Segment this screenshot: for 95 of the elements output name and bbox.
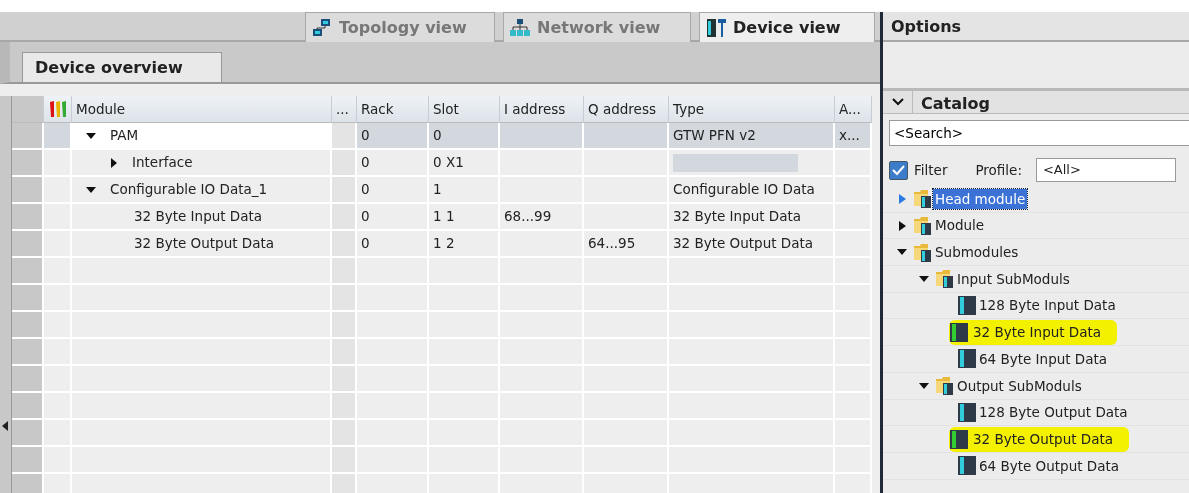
row-header [12,366,44,393]
overview-tab[interactable]: Device overview [22,52,222,82]
profile-label: Profile: [975,160,1022,180]
row-header [12,123,44,150]
column-header: Slot [429,96,500,123]
topology-icon [312,17,333,38]
row-header [12,150,44,177]
table-cell [332,420,357,447]
folder-module-icon [935,375,955,397]
row-header [12,204,44,231]
column-header: Type [669,96,835,123]
table-cell [332,366,357,393]
module-icon [949,321,969,343]
catalog-item[interactable]: 64 Byte Output Data [977,455,1122,476]
table-cell: 0 [357,177,429,204]
table-cell: 32 Byte Input Data [669,204,835,231]
table-cell: 68...99 [500,204,584,231]
table-cell: 0 [357,231,429,258]
collapse-arrow-icon[interactable] [86,185,96,194]
catalog-item[interactable]: Input SubModuls [955,268,1072,290]
table-cell: 0 [357,204,429,231]
collapse-arrow-icon[interactable] [86,131,96,140]
search-field[interactable]: <Search> [889,120,1189,146]
catalog-item[interactable]: 128 Byte Input Data [977,295,1118,316]
collapse-arrow-icon[interactable] [919,274,929,283]
row-header [12,393,44,420]
catalog-item[interactable]: Submodules [933,242,1021,263]
module-name: 32 Byte Output Data [134,234,275,254]
catalog-item[interactable]: 32 Byte Input Data [971,322,1104,343]
table-cell [332,258,357,285]
view-tab[interactable]: Device view [699,12,875,42]
catalog-item[interactable]: 128 Byte Output Data [977,402,1130,423]
row-header [12,285,44,312]
table-cell: 1 2 [429,231,500,258]
options-title: Options [883,12,1189,42]
row-header [12,231,44,258]
module-name: 32 Byte Input Data [134,207,263,227]
network-icon [510,17,531,38]
expand-arrow-icon[interactable] [898,220,906,231]
column-header: Module [72,96,332,123]
folder-module-icon [913,215,933,237]
table-cell: 0 [357,150,429,177]
module-name: Configurable IO Data_1 [110,180,268,200]
folder-module-icon [913,188,933,210]
table-cell: x... [835,123,872,150]
catalog-title: Catalog [920,93,990,113]
module-icon [957,401,977,423]
device-wrench-icon [706,17,727,38]
table-cell: GTW PFN v2 [669,123,835,150]
table-cell: Configurable IO Data [669,177,835,204]
collapse-arrow-icon[interactable] [897,248,907,257]
catalog-item[interactable]: 64 Byte Input Data [977,348,1110,370]
left-arrow-icon[interactable] [2,421,9,431]
catalog-item[interactable]: Head module [933,188,1028,209]
table-cell: 1 [429,177,500,204]
module-icon [957,295,977,317]
collapse-arrow-icon[interactable] [919,381,929,390]
table-cell: 0 [357,123,429,150]
row-header [12,339,44,366]
table-cell [332,447,357,474]
table-cell [332,339,357,366]
table-cell: 64...95 [584,231,669,258]
profile-dropdown[interactable]: <All> [1035,158,1176,182]
column-header: Rack [357,96,429,123]
module-name: Interface [132,153,193,173]
folder-module-icon [913,241,933,263]
catalog-item[interactable]: Module [933,215,987,236]
column-header: ... [332,96,357,123]
table-cell: 1 1 [429,204,500,231]
row-header [12,447,44,474]
table-cell [332,285,357,312]
module-name: PAM [110,126,139,146]
row-header [12,312,44,339]
catalog-item[interactable]: Output SubModuls [955,375,1084,396]
column-header: A... [835,96,872,123]
table-cell [332,312,357,339]
chevron-icon [891,98,904,106]
catalog-item[interactable]: 32 Byte Output Data [971,428,1116,450]
filter-checkbox[interactable] [889,160,908,180]
row-header [12,177,44,204]
filter-label: Filter [914,160,948,180]
column-header: I address [500,96,584,123]
row-header [12,258,44,285]
row-header [12,420,44,447]
module-icon [957,348,977,370]
table-cell [332,393,357,420]
table-cell: 0 X1 [429,150,500,177]
row-header [12,474,44,493]
expand-arrow-icon[interactable] [110,157,118,168]
table-cell: 0 [429,123,500,150]
column-header: Q address [584,96,669,123]
module-icon [949,428,969,450]
folder-module-icon [935,268,955,290]
table-cell: 32 Byte Output Data [669,231,835,258]
module-icon [957,455,977,477]
